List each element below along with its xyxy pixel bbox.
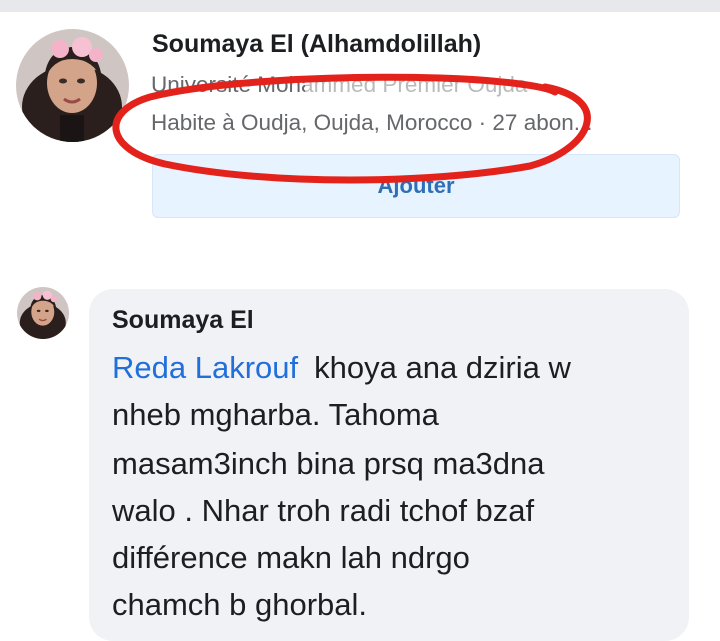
add-friend-label: Ajouter	[377, 173, 455, 198]
scribble-mark	[305, 72, 539, 98]
add-friend-button[interactable]: Ajouter	[152, 154, 680, 218]
comment-text: nheb mgharba. Tahoma	[112, 397, 439, 432]
comment-text: différence makn lah ndrgo	[112, 540, 470, 575]
comment-text: walo . Nhar troh radi tchof bzaf	[112, 493, 535, 528]
mention-link[interactable]: Reda Lakrouf	[112, 350, 298, 385]
profile-location: Habite à Oudja, Oujda, Morocco · 27 abon…	[151, 110, 593, 135]
comment-avatar[interactable]	[17, 287, 69, 339]
comment-text: masam3inch bina prsq ma3dna	[112, 446, 545, 481]
profile-avatar[interactable]	[16, 29, 129, 142]
comment-text: chamch b ghorbal.	[112, 587, 368, 622]
comment-line: Reda Lakrouf khoya ana dziria w	[112, 350, 571, 386]
top-strip	[0, 0, 720, 12]
comment-author[interactable]: Soumaya El	[112, 306, 254, 335]
profile-name[interactable]: Soumaya El (Alhamdolillah)	[152, 30, 481, 59]
comment-text: khoya ana dziria w	[314, 350, 571, 385]
